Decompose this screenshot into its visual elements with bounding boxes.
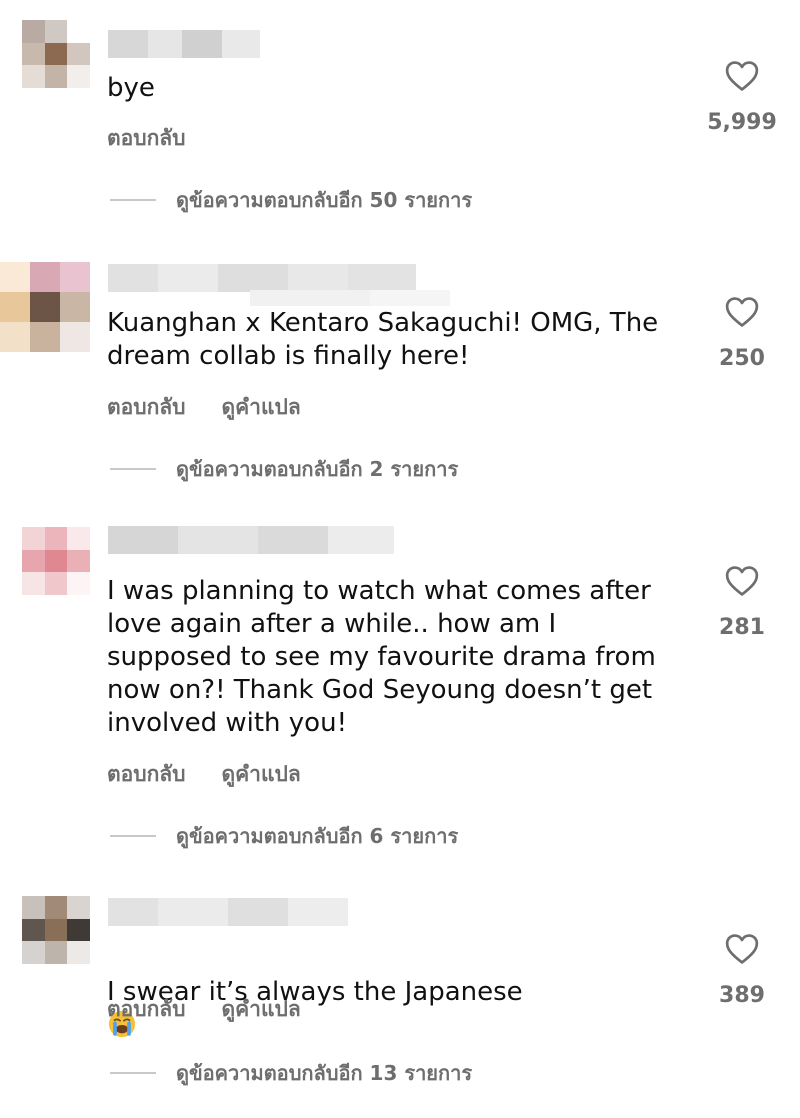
view-replies-label: ดูข้อความตอบกลับอีก 50 รายการ: [176, 188, 473, 212]
username-blurred[interactable]: [108, 30, 260, 58]
avatar[interactable]: [22, 527, 90, 595]
reply-button[interactable]: ตอบกลับ: [107, 993, 186, 1026]
reply-button[interactable]: ตอบกลับ: [107, 391, 186, 424]
comments-list: bye ตอบกลับ 5,999 ดูข้อความตอบกลับอีก 50…: [0, 0, 800, 1118]
divider-line: [110, 835, 156, 837]
view-replies-button[interactable]: ดูข้อความตอบกลับอีก 6 รายการ: [110, 820, 458, 852]
username-blurred[interactable]: [108, 898, 348, 926]
view-replies-label: ดูข้อความตอบกลับอีก 6 รายการ: [176, 824, 459, 848]
avatar[interactable]: [0, 262, 90, 352]
divider-line: [110, 199, 156, 201]
like-control: 281: [706, 565, 778, 640]
translate-button[interactable]: ดูคำแปล: [222, 993, 301, 1026]
like-count: 250: [719, 346, 765, 371]
comment-actions: ตอบกลับ ดูคำแปล: [107, 391, 301, 424]
like-control: 250: [706, 296, 778, 371]
divider-line: [110, 468, 156, 470]
avatar[interactable]: [22, 20, 90, 88]
comment-actions: ตอบกลับ: [107, 122, 186, 155]
comment-text: bye: [107, 73, 155, 103]
username-blurred[interactable]: [108, 526, 394, 554]
comment-text: I was planning to watch what comes after…: [107, 576, 656, 738]
view-replies-label: ดูข้อความตอบกลับอีก 2 รายการ: [176, 457, 459, 481]
like-count: 389: [719, 983, 765, 1008]
heart-icon[interactable]: [725, 296, 759, 328]
heart-icon[interactable]: [725, 933, 759, 965]
like-control: 389: [706, 933, 778, 1008]
comment-actions: ตอบกลับ ดูคำแปล: [107, 993, 301, 1026]
view-replies-button[interactable]: ดูข้อความตอบกลับอีก 13 รายการ: [110, 1057, 472, 1089]
reply-button[interactable]: ตอบกลับ: [107, 122, 186, 155]
username-blurred[interactable]: [108, 264, 416, 292]
view-replies-button[interactable]: ดูข้อความตอบกลับอีก 50 รายการ: [110, 184, 472, 216]
heart-icon[interactable]: [725, 60, 759, 92]
reply-button[interactable]: ตอบกลับ: [107, 758, 186, 791]
like-count: 281: [719, 615, 765, 640]
comment-text: Kuanghan x Kentaro Sakaguchi! OMG, The d…: [107, 308, 659, 371]
avatar[interactable]: [22, 896, 90, 964]
divider-line: [110, 1072, 156, 1074]
like-count: 5,999: [707, 110, 777, 135]
like-control: 5,999: [706, 60, 778, 135]
translate-button[interactable]: ดูคำแปล: [222, 391, 301, 424]
view-replies-button[interactable]: ดูข้อความตอบกลับอีก 2 รายการ: [110, 453, 458, 485]
comment-actions: ตอบกลับ ดูคำแปล: [107, 758, 301, 791]
translate-button[interactable]: ดูคำแปล: [222, 758, 301, 791]
view-replies-label: ดูข้อความตอบกลับอีก 13 รายการ: [176, 1061, 473, 1085]
heart-icon[interactable]: [725, 565, 759, 597]
